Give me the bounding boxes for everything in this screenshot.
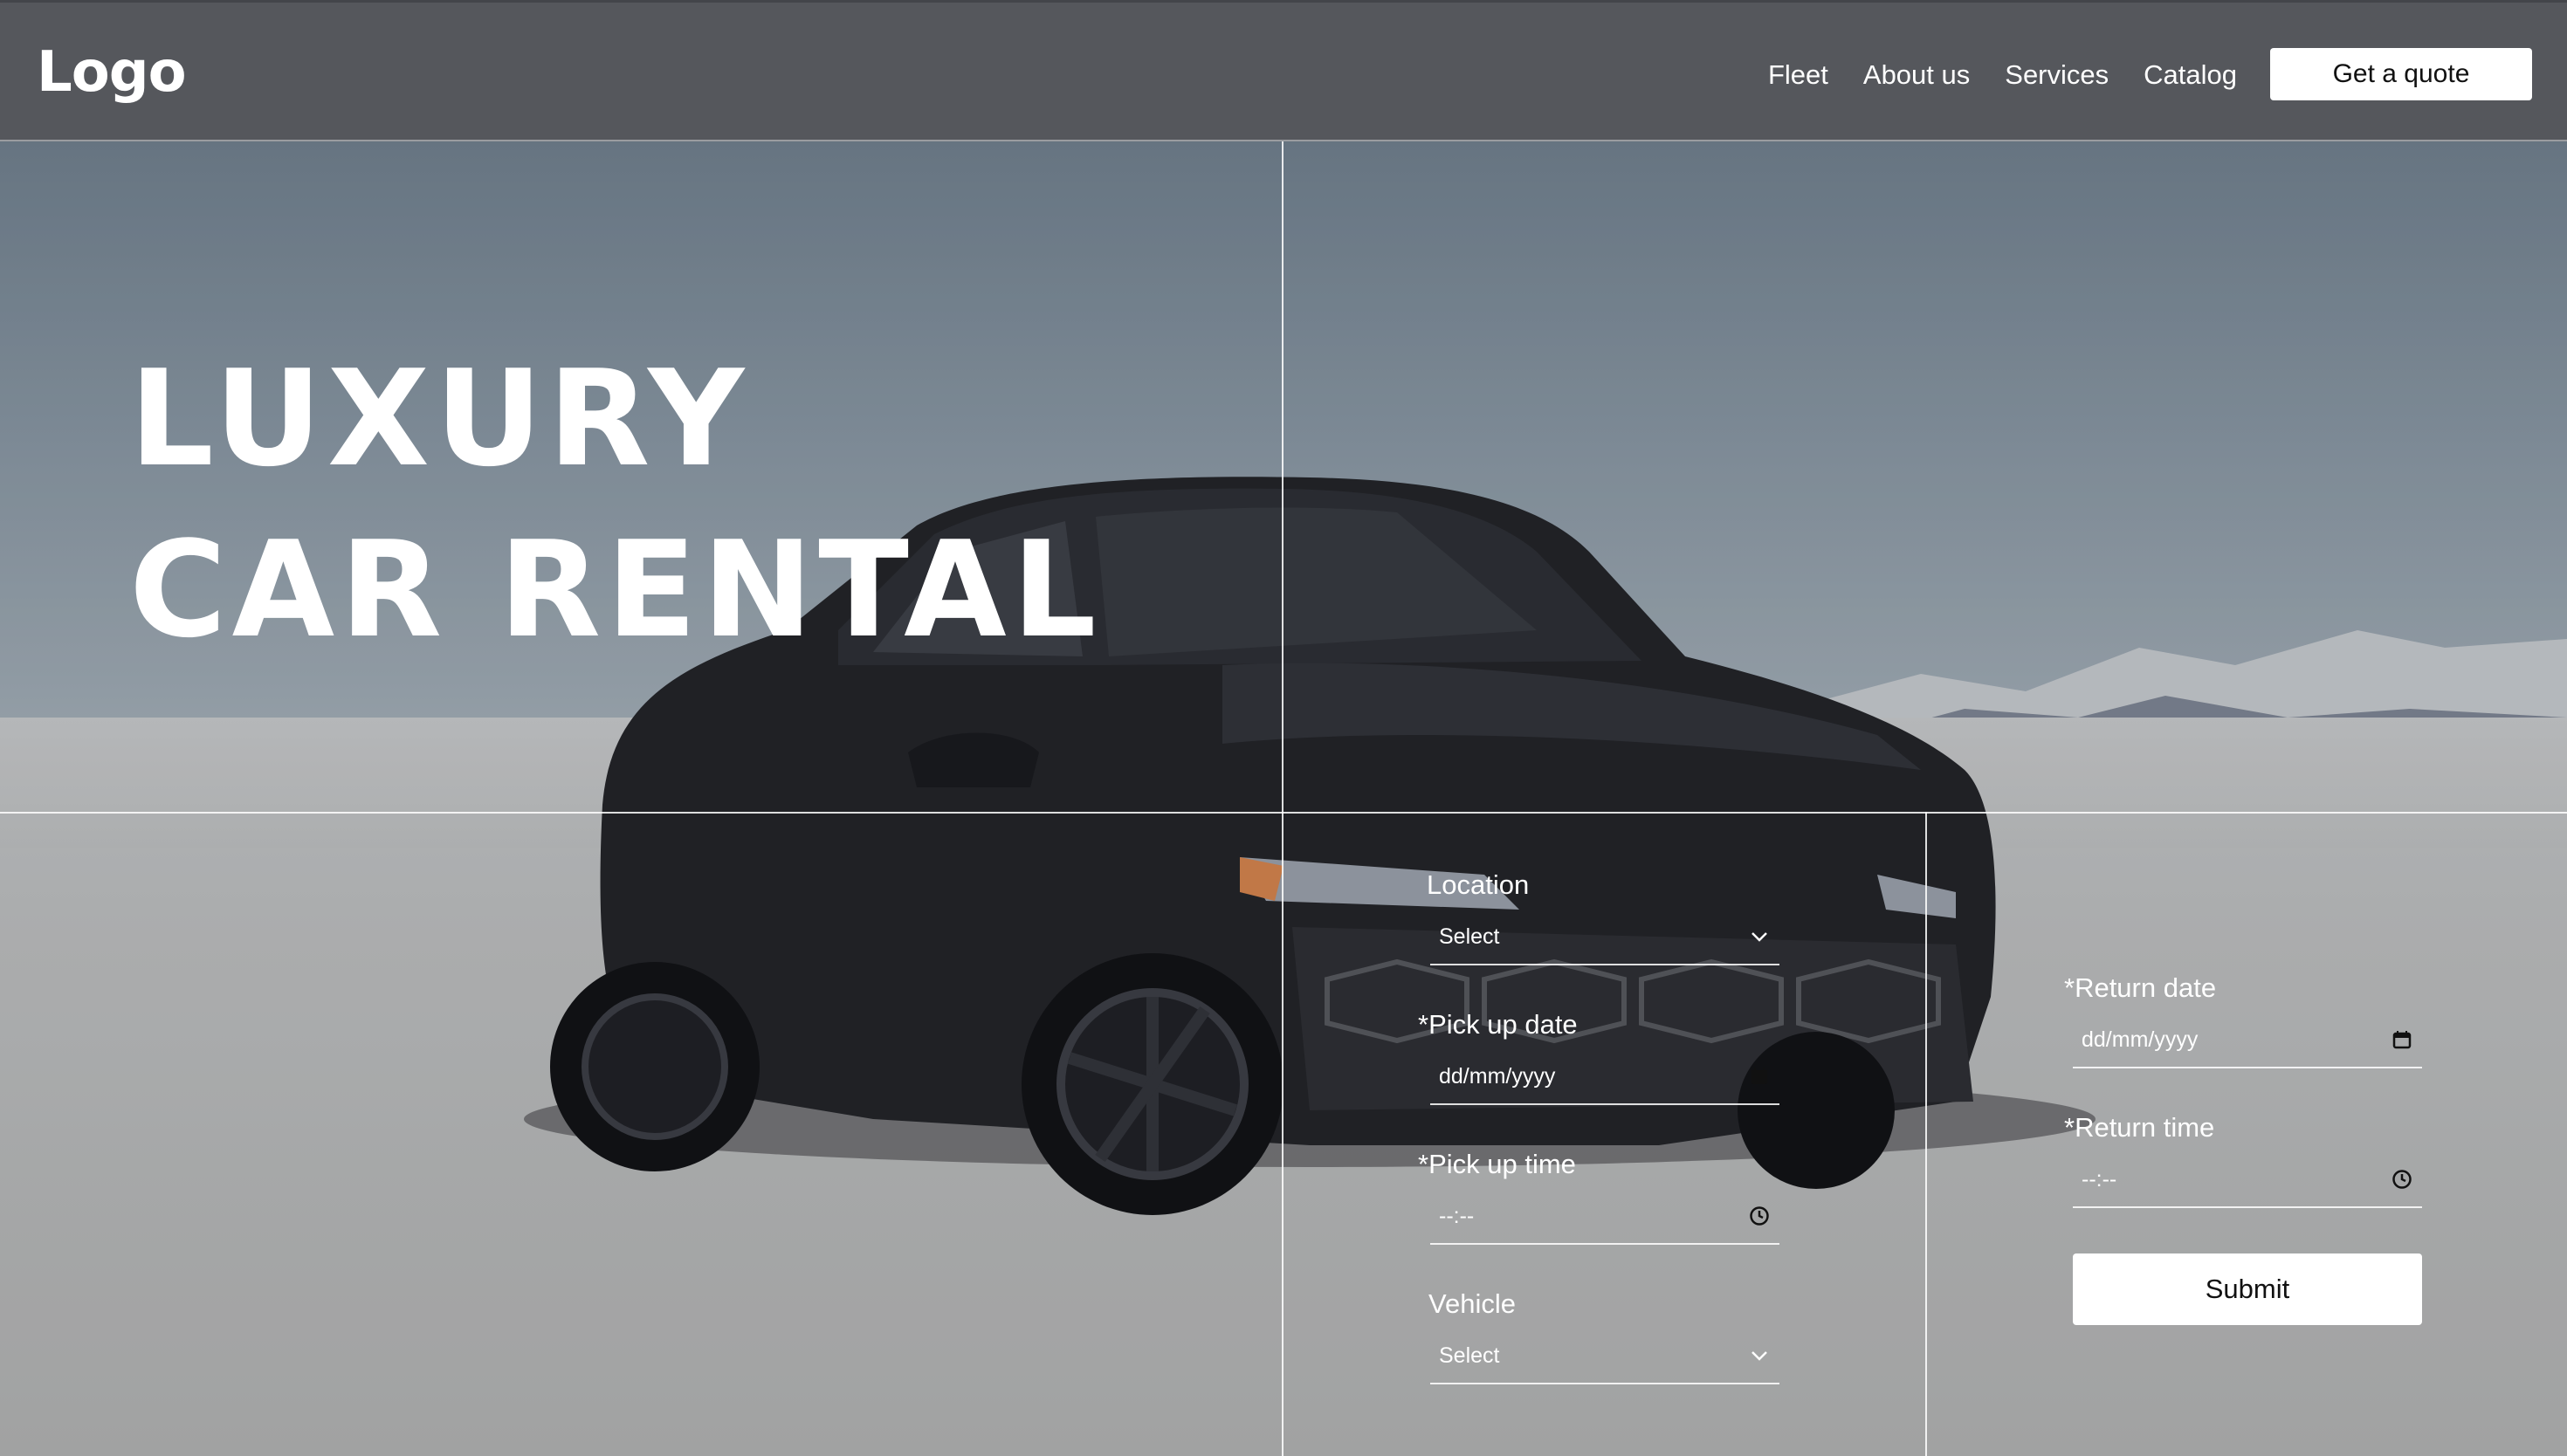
return-time-value: --:--	[2082, 1166, 2117, 1192]
pickup-date-value: dd/mm/yyyy	[1439, 1063, 1556, 1089]
vehicle-select[interactable]: Select	[1430, 1329, 1779, 1384]
nav-link-services[interactable]: Services	[2005, 57, 2109, 93]
hero-section: LUXURY CAR RENTAL Location Select *Pick …	[0, 141, 2567, 1456]
vehicle-value: Select	[1439, 1343, 1500, 1368]
return-time-label: *Return time	[2064, 1112, 2215, 1143]
calendar-icon[interactable]	[2391, 1028, 2413, 1051]
return-date-value: dd/mm/yyyy	[2082, 1027, 2199, 1052]
return-date-label: *Return date	[2064, 972, 2217, 1003]
return-time-field[interactable]: --:--	[2073, 1152, 2422, 1208]
chevron-down-icon	[1748, 925, 1771, 948]
pickup-time-label: *Pick up time	[1418, 1149, 1576, 1179]
chevron-down-icon	[1748, 1344, 1771, 1367]
nav-link-about-us[interactable]: About us	[1863, 57, 1970, 93]
pickup-time-value: --:--	[1439, 1203, 1475, 1228]
nav-link-fleet[interactable]: Fleet	[1768, 57, 1828, 93]
hero-title: LUXURY CAR RENTAL	[129, 333, 1102, 676]
hero-title-line-1: LUXURY	[129, 341, 750, 496]
get-a-quote-button[interactable]: Get a quote	[2270, 48, 2532, 100]
nav-link-catalog[interactable]: Catalog	[2144, 57, 2237, 93]
grid-line-vertical-1	[1282, 141, 1284, 1456]
location-label: Location	[1427, 869, 1530, 900]
logo[interactable]: Logo	[37, 45, 187, 100]
calendar-icon[interactable]	[1748, 1065, 1771, 1088]
pickup-date-field[interactable]: dd/mm/yyyy	[1430, 1049, 1779, 1105]
clock-icon[interactable]	[2391, 1168, 2413, 1191]
submit-button[interactable]: Submit	[2073, 1253, 2422, 1325]
pickup-date-label: *Pick up date	[1418, 1009, 1578, 1040]
main-nav: Fleet About us Services Catalog	[1768, 57, 2237, 93]
site-header: Logo Fleet About us Services Catalog Get…	[0, 0, 2567, 141]
pickup-time-field[interactable]: --:--	[1430, 1189, 1779, 1245]
clock-icon[interactable]	[1748, 1205, 1771, 1227]
location-value: Select	[1439, 924, 1500, 949]
hero-title-line-2: CAR RENTAL	[129, 512, 1102, 667]
location-select[interactable]: Select	[1430, 910, 1779, 965]
return-date-field[interactable]: dd/mm/yyyy	[2073, 1013, 2422, 1068]
vehicle-label: Vehicle	[1428, 1288, 1516, 1319]
grid-line-vertical-2	[1925, 812, 1927, 1456]
grid-line-horizontal	[0, 812, 2567, 814]
